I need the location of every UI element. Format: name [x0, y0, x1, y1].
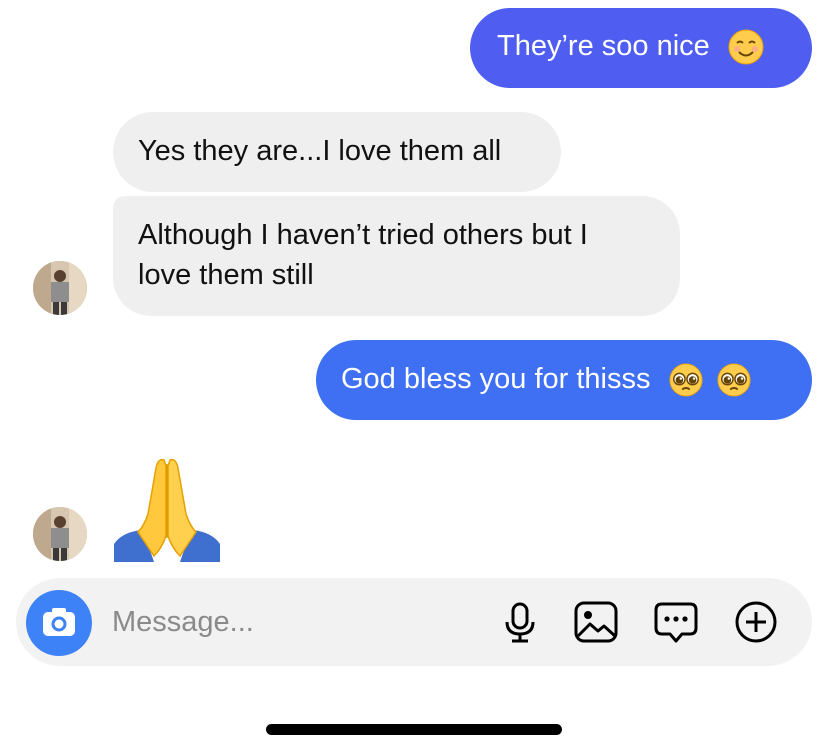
outgoing-message-bubble[interactable]: They’re soo nice — [470, 8, 812, 88]
message-text-line: love them still — [138, 259, 314, 291]
pleading-face-emoji-icon — [717, 363, 751, 397]
message-text: They’re soo nice — [497, 30, 710, 62]
home-indicator[interactable] — [266, 724, 562, 735]
message-input[interactable] — [112, 602, 472, 642]
gallery-button[interactable] — [572, 598, 620, 646]
incoming-message-bubble[interactable]: Although I haven’t tried others but I lo… — [113, 196, 680, 316]
pleading-face-emoji-icon — [669, 363, 703, 397]
message-text: God bless you for thisss — [341, 363, 651, 395]
microphone-icon — [505, 602, 535, 643]
incoming-message-bubble[interactable]: Yes they are...I love them all — [113, 112, 561, 192]
microphone-button[interactable] — [496, 598, 544, 646]
message-composer — [16, 578, 812, 666]
outgoing-message-bubble[interactable]: God bless you for thisss — [316, 340, 812, 420]
message-text: Yes they are...I love them all — [138, 135, 502, 167]
avatar-photo-icon — [33, 261, 87, 315]
folded-hands-emoji-message[interactable] — [112, 452, 222, 562]
add-button[interactable] — [732, 598, 780, 646]
avatar[interactable] — [33, 261, 87, 315]
avatar-photo-icon — [33, 507, 87, 561]
avatar[interactable] — [33, 507, 87, 561]
gallery-icon — [574, 601, 618, 643]
add-icon — [735, 601, 777, 643]
camera-button[interactable] — [26, 590, 92, 656]
message-text-line: Although I haven’t tried others but I — [138, 219, 588, 251]
camera-icon — [43, 608, 75, 636]
sticker-chat-icon — [654, 602, 698, 643]
smiling-face-emoji-icon — [728, 29, 764, 65]
folded-hands-emoji-icon — [114, 458, 220, 562]
sticker-chat-button[interactable] — [652, 598, 700, 646]
